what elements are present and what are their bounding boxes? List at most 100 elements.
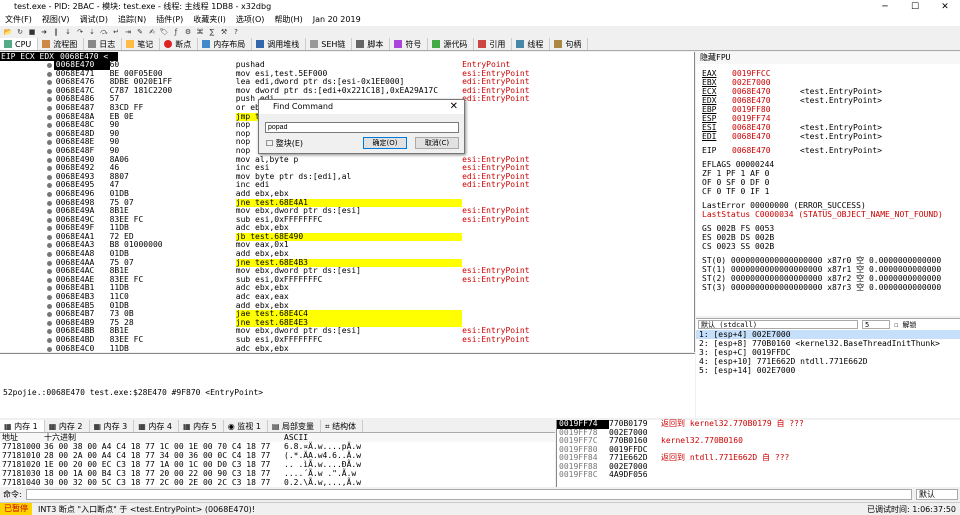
memory-dump[interactable]: 地址 十六进制 ASCII 77181000 36 00 38 00 A4 C4 …	[0, 433, 555, 487]
dump-row[interactable]: 77181000 36 00 38 00 A4 C4 18 77 1C 00 1E…	[0, 442, 555, 451]
breakpoint-gutter[interactable]	[0, 250, 54, 259]
arg-count-spinner[interactable]: 5	[862, 320, 890, 329]
dump-row[interactable]: 77181030 18 00 1A 00 B4 C3 18 77 20 00 22…	[0, 469, 555, 478]
breakpoint-gutter[interactable]	[0, 310, 54, 319]
disasm-row[interactable]: 0068E493 8807 mov byte ptr ds:[edi],al edi:…	[0, 173, 694, 182]
disasm-row[interactable]: 0068E49F 11DB adc ebx,ebx	[0, 224, 694, 233]
fpu-st1[interactable]: ST(1) 0000000000000000000 x87r1 空 0.0000…	[696, 265, 960, 274]
disasm-row[interactable]: 0068E476 8DBE 0020E1FF lea edi,dword ptr d…	[0, 78, 694, 87]
stop-icon[interactable]: ■	[27, 27, 37, 37]
breakpoint-gutter[interactable]	[0, 156, 54, 165]
disasm-row[interactable]: 0068E4BD 83EE FC sub esi,0xFFFFFFFC esi:Ent…	[0, 336, 694, 345]
breakpoint-dot-icon[interactable]	[46, 131, 52, 137]
run-icon[interactable]: ➜	[39, 27, 49, 37]
breakpoint-gutter[interactable]	[0, 95, 54, 104]
stack-row[interactable]: 0019FF8C 4A9DF056	[557, 470, 960, 480]
register-eax[interactable]: EAX 0019FFCC	[696, 69, 960, 78]
minimize-icon[interactable]: ─	[870, 0, 900, 14]
fpu-st3[interactable]: ST(3) 0000000000000000000 x87r3 空 0.0000…	[696, 283, 960, 292]
tab-breakpoints[interactable]: 断点	[160, 38, 199, 50]
disasm-row[interactable]: 0068E4A3 B8 01000000 mov eax,0x1	[0, 241, 694, 250]
breakpoint-gutter[interactable]	[0, 164, 54, 173]
menu-plugins[interactable]: 插件(P)	[151, 14, 188, 26]
disasm-row[interactable]: 0068E492 46 inc esi esi:EntryPoint	[0, 164, 694, 173]
menu-file[interactable]: 文件(F)	[0, 14, 37, 26]
tab-dump-3[interactable]: ▦ 内存 3	[90, 420, 135, 432]
breakpoint-dot-icon[interactable]	[46, 234, 52, 240]
breakpoint-gutter[interactable]	[0, 267, 54, 276]
breakpoint-dot-icon[interactable]	[46, 183, 52, 189]
fpu-st0[interactable]: ST(0) 0000000000000000000 x87r0 空 0.0000…	[696, 256, 960, 265]
find-command-input[interactable]	[265, 122, 459, 133]
command-input[interactable]	[25, 489, 912, 500]
disasm-row[interactable]: 0068E471 BE 00F05E00 mov esi,test.5EF000 es…	[0, 70, 694, 79]
dump-row[interactable]: 77181020 1E 00 20 00 EC C3 18 77 1A 00 1C…	[0, 460, 555, 469]
breakpoint-gutter[interactable]	[0, 293, 54, 302]
run-to-user-icon[interactable]: ↵	[111, 27, 121, 37]
breakpoint-dot-icon[interactable]	[46, 88, 52, 94]
breakpoint-gutter[interactable]	[0, 302, 54, 311]
breakpoint-dot-icon[interactable]	[46, 209, 52, 215]
breakpoint-dot-icon[interactable]	[46, 148, 52, 154]
segment-row-2[interactable]: ES 002B DS 002B	[696, 233, 960, 242]
breakpoint-dot-icon[interactable]	[46, 329, 52, 335]
breakpoint-dot-icon[interactable]	[46, 226, 52, 232]
tab-graph[interactable]: 流程图	[38, 38, 85, 50]
register-eip[interactable]: EIP 0068E470 <test.EntryPoint>	[696, 146, 960, 155]
breakpoint-gutter[interactable]	[0, 276, 54, 285]
disasm-row[interactable]: 0068E4BB 8B1E mov ebx,dword ptr ds:[esi] es…	[0, 327, 694, 336]
breakpoint-gutter[interactable]	[0, 345, 54, 352]
disasm-row[interactable]: 0068E4B9 75 28 jne test.68E4E3	[0, 318, 694, 328]
tab-log[interactable]: 日志	[84, 38, 123, 50]
register-esp[interactable]: ESP 0019FF74	[696, 114, 960, 123]
breakpoint-dot-icon[interactable]	[46, 295, 52, 301]
unlock-checkbox[interactable]: ☐ 解锁	[894, 320, 916, 330]
breakpoint-dot-icon[interactable]	[46, 277, 52, 283]
calling-convention-select[interactable]: 默认 (stdcall)	[698, 320, 858, 329]
menu-view[interactable]: 视图(V)	[37, 14, 75, 26]
comment-icon[interactable]: ✍	[147, 27, 157, 37]
breakpoint-dot-icon[interactable]	[46, 200, 52, 206]
register-ecx[interactable]: ECX 0068E470 <test.EntryPoint>	[696, 87, 960, 96]
menu-options[interactable]: 选项(O)	[231, 14, 270, 26]
breakpoint-dot-icon[interactable]	[46, 166, 52, 172]
dump-row[interactable]: 77181010 28 00 2A 00 A4 C4 18 77 34 00 36…	[0, 451, 555, 460]
breakpoint-gutter[interactable]	[0, 173, 54, 182]
breakpoint-gutter[interactable]	[0, 216, 54, 225]
fpu-st2[interactable]: ST(2) 0000000000000000000 x87r2 空 0.0000…	[696, 274, 960, 283]
breakpoint-gutter[interactable]	[0, 70, 54, 79]
breakpoint-gutter[interactable]	[0, 259, 54, 268]
breakpoint-gutter[interactable]	[0, 241, 54, 250]
disasm-row[interactable]: 0068E4AC 8B1E mov ebx,dword ptr ds:[esi] es…	[0, 267, 694, 276]
script-icon[interactable]: ⌘	[195, 27, 205, 37]
maximize-icon[interactable]: ☐	[900, 0, 930, 14]
disasm-row[interactable]: 0068E470 60 pushad EntryPoint	[0, 61, 694, 70]
function-icon[interactable]: ƒ	[171, 27, 181, 37]
tab-script[interactable]: 脚本	[352, 38, 391, 50]
disasm-row[interactable]: 0068E4AA 75 07 jne test.68E4B3	[0, 258, 694, 268]
breakpoint-dot-icon[interactable]	[46, 303, 52, 309]
entire-block-checkbox[interactable]: ☐ 整块(E)	[266, 138, 303, 149]
disasm-row[interactable]: 0068E4A8 01DB add ebx,ebx	[0, 250, 694, 259]
tab-source[interactable]: 源代码	[428, 38, 475, 50]
disasm-row[interactable]: 0068E495 47 inc edi edi:EntryPoint	[0, 181, 694, 190]
tab-cpu[interactable]: CPU	[0, 38, 39, 50]
tab-call-stack[interactable]: 调用堆栈	[252, 38, 307, 50]
breakpoint-dot-icon[interactable]	[46, 252, 52, 258]
segment-row-1[interactable]: GS 002B FS 0053	[696, 224, 960, 233]
tab-memory-map[interactable]: 内存布局	[198, 38, 253, 50]
tab-locals[interactable]: ▤ 局部变量	[268, 420, 322, 432]
breakpoint-gutter[interactable]	[0, 130, 54, 139]
trace-into-icon[interactable]: ⇣	[87, 27, 97, 37]
tab-struct[interactable]: ⌗ 结构体	[321, 420, 364, 432]
breakpoint-gutter[interactable]	[0, 138, 54, 147]
breakpoint-gutter[interactable]	[0, 199, 54, 208]
disasm-row[interactable]: 0068E4AE 83EE FC sub esi,0xFFFFFFFC esi:Ent…	[0, 276, 694, 285]
eflags[interactable]: EFLAGS 00000244	[696, 160, 960, 169]
menu-trace[interactable]: 追踪(N)	[113, 14, 151, 26]
flags-row-3[interactable]: CF 0 TF 0 IF 1	[696, 187, 960, 196]
breakpoint-dot-icon[interactable]	[46, 320, 52, 326]
menu-debug[interactable]: 调试(D)	[75, 14, 113, 26]
tab-dump-2[interactable]: ▦ 内存 2	[45, 420, 90, 432]
breakpoint-dot-icon[interactable]	[46, 97, 52, 103]
